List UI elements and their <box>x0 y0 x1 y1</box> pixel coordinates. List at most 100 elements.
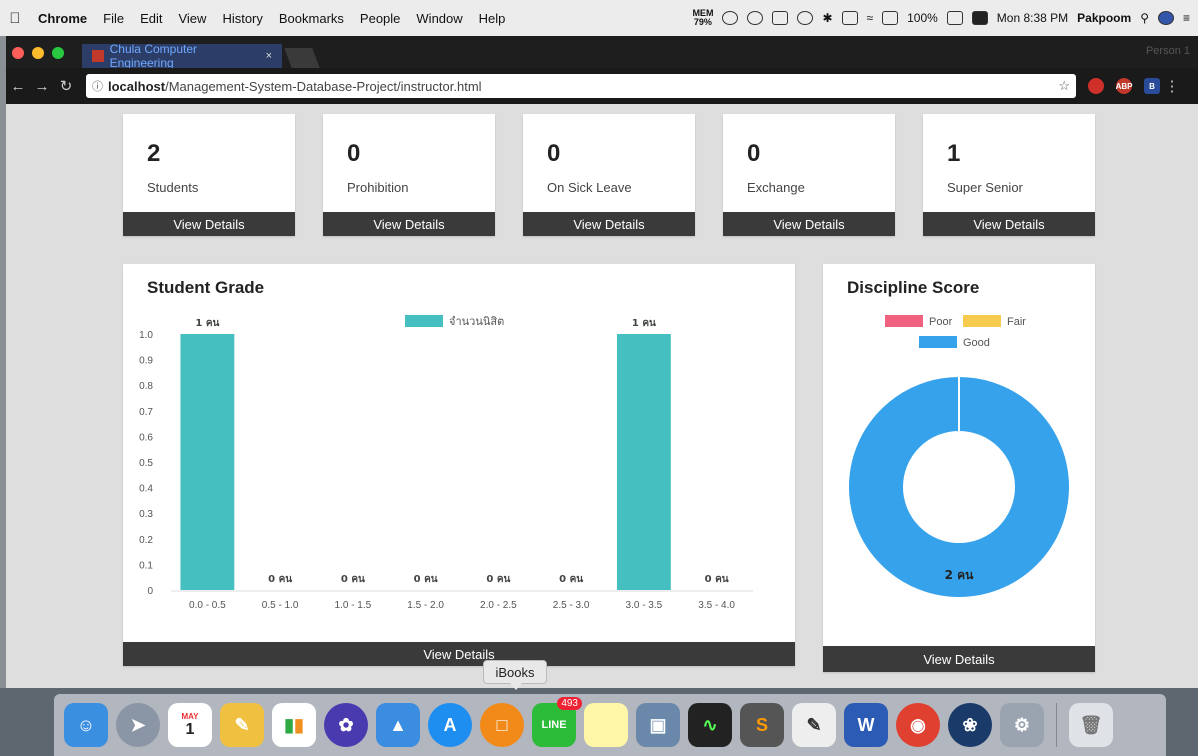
dock-separator <box>1056 703 1057 747</box>
dock-tooltip: iBooks <box>483 660 547 690</box>
extension-icon[interactable] <box>1088 78 1104 94</box>
forward-icon[interactable]: → <box>30 78 54 95</box>
chrome-menu-icon[interactable]: ⋮ <box>1160 77 1184 95</box>
pages-icon[interactable]: ✎ <box>220 703 264 747</box>
stat-card-prohibition: 0 Prohibition View Details <box>323 114 495 236</box>
numbers-icon[interactable]: ▮ ▮ <box>272 703 316 747</box>
menu-bookmarks[interactable]: Bookmarks <box>271 11 352 26</box>
y-tick-label: 1.0 <box>139 330 153 341</box>
view-details-button[interactable]: View Details <box>723 212 895 236</box>
chrome-icon[interactable]: ◉ <box>896 703 940 747</box>
x-tick-label: 0.0 - 0.5 <box>189 600 226 611</box>
menu-people[interactable]: People <box>352 11 408 26</box>
calendar-month: MAY <box>181 711 199 721</box>
x-tick-label: 2.0 - 2.5 <box>480 600 517 611</box>
spotlight-search-icon[interactable]: ⚲ <box>1140 11 1149 25</box>
url-host: localhost <box>108 78 166 94</box>
adblock-plus-icon[interactable]: ABP <box>1116 78 1132 94</box>
notes-icon[interactable] <box>584 703 628 747</box>
time-machine-icon[interactable] <box>797 11 814 25</box>
ibooks-icon[interactable]: □ <box>480 703 524 747</box>
view-details-button[interactable]: View Details <box>123 212 295 236</box>
bar-data-label: 0 คน <box>486 574 510 585</box>
bar-data-label: 0 คน <box>705 574 729 585</box>
legend-label: Good <box>963 337 990 349</box>
battery-percent[interactable]: 100% <box>907 11 938 25</box>
app-store-icon[interactable]: A <box>428 703 472 747</box>
sourcetree-icon[interactable]: ❀ <box>948 703 992 747</box>
screenshot-icon[interactable] <box>772 11 789 25</box>
menu-help[interactable]: Help <box>471 11 514 26</box>
bar-data-label: 0 คน <box>559 574 583 585</box>
close-window-button[interactable] <box>12 47 24 59</box>
view-details-button[interactable]: View Details <box>323 212 495 236</box>
mount-icon[interactable] <box>722 11 739 25</box>
grade-bar-chart: จำนวนนิสิต 0 0.1 0.2 0.3 0.4 0.5 0.6 0.7 0.8 0.9 1.… <box>139 315 753 611</box>
view-details-button[interactable]: View Details <box>823 646 1095 672</box>
activity-monitor-icon[interactable]: ∿ <box>688 703 732 747</box>
launchpad-icon[interactable]: ➤ <box>116 703 160 747</box>
stat-label: Students <box>147 180 199 195</box>
bar-data-label: 0 คน <box>414 574 438 585</box>
move-icon[interactable] <box>747 11 764 25</box>
bluetooth-icon[interactable]: ✱ <box>822 11 832 25</box>
y-tick-label: 0.2 <box>139 535 153 546</box>
menu-view[interactable]: View <box>170 11 214 26</box>
clock[interactable]: Mon 8:38 PM <box>997 11 1068 25</box>
browser-tab[interactable]: Chula Computer Engineering × <box>82 42 282 70</box>
menu-app-name[interactable]: Chrome <box>30 11 95 26</box>
wifi-icon[interactable]: ≈ <box>867 11 874 25</box>
info-icon[interactable]: ⓘ <box>92 78 103 94</box>
legend-swatch <box>405 315 443 327</box>
siri-icon[interactable] <box>1157 11 1174 25</box>
preview-icon[interactable]: ▣ <box>636 703 680 747</box>
bar-data-label: 0 คน <box>341 574 365 585</box>
word-icon[interactable]: W <box>844 703 888 747</box>
view-details-button[interactable]: View Details <box>523 212 695 236</box>
x-tick-label: 0.5 - 1.0 <box>262 600 299 611</box>
slice-data-label: 2 คน <box>945 568 975 582</box>
notes-tray-icon[interactable] <box>971 11 988 25</box>
battery-icon[interactable] <box>946 11 963 25</box>
new-tab-button[interactable] <box>284 48 320 68</box>
memory-indicator[interactable]: MEM 79% <box>692 9 713 27</box>
stat-card-exchange: 0 Exchange View Details <box>723 114 895 236</box>
reload-icon[interactable]: ↻ <box>54 77 78 95</box>
keynote-icon[interactable]: ▲ <box>376 703 420 747</box>
y-tick-label: 0.9 <box>139 356 153 367</box>
airplay-icon[interactable] <box>882 11 899 25</box>
tab-title: Chula Computer Engineering <box>109 42 197 70</box>
address-bar[interactable]: ⓘ localhost/Management-System-Database-P… <box>86 74 1076 98</box>
stat-label: Super Senior <box>947 180 1023 195</box>
x-tick-label: 3.0 - 3.5 <box>626 600 663 611</box>
x-tick-label: 3.5 - 4.0 <box>698 600 735 611</box>
user-name[interactable]: Pakpoom <box>1077 11 1131 25</box>
textedit-icon[interactable]: ✎ <box>792 703 836 747</box>
menu-edit[interactable]: Edit <box>132 11 170 26</box>
notification-center-icon[interactable]: ≡ <box>1183 11 1190 25</box>
apple-menu-icon[interactable]:  <box>0 10 30 27</box>
trash-icon[interactable]: 🗑 <box>1069 703 1113 747</box>
extension-b-icon[interactable]: B <box>1144 78 1160 94</box>
y-tick-label: 0.1 <box>139 560 153 571</box>
minimize-window-button[interactable] <box>32 47 44 59</box>
sublime-text-icon[interactable]: S <box>740 703 784 747</box>
bookmark-star-icon[interactable]: ☆ <box>1058 78 1070 94</box>
menu-history[interactable]: History <box>214 11 270 26</box>
safari-icon[interactable]: ✿ <box>324 703 368 747</box>
view-details-button[interactable]: View Details <box>123 642 795 666</box>
calendar-icon[interactable]: MAY 1 <box>168 703 212 747</box>
tab-close-icon[interactable]: × <box>266 50 272 62</box>
x-tick-label: 1.0 - 1.5 <box>335 600 372 611</box>
battery-monitor-icon[interactable] <box>841 11 858 25</box>
status-tray: MEM 79% ✱ ≈ 100% Mon 8:38 PM Pakpoom ⚲ ≡ <box>692 9 1198 27</box>
line-icon[interactable]: LINE 493 <box>532 697 582 747</box>
profile-button[interactable]: Person 1 <box>1146 45 1190 57</box>
back-icon[interactable]: ← <box>6 78 30 95</box>
maximize-window-button[interactable] <box>52 47 64 59</box>
finder-icon[interactable]: ☺ <box>64 703 108 747</box>
view-details-button[interactable]: View Details <box>923 212 1095 236</box>
system-preferences-icon[interactable]: ⚙ <box>1000 703 1044 747</box>
menu-file[interactable]: File <box>95 11 132 26</box>
menu-window[interactable]: Window <box>408 11 470 26</box>
